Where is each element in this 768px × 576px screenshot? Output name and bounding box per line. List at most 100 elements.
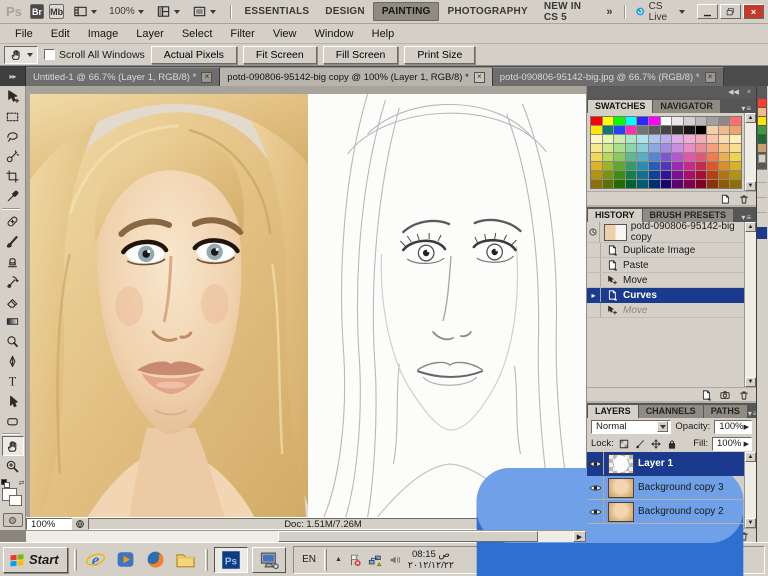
close-icon[interactable]: ×	[474, 72, 485, 83]
swatch[interactable]	[591, 153, 602, 161]
swatch[interactable]	[603, 180, 614, 188]
swatch[interactable]	[637, 126, 648, 134]
scroll-up-arrow[interactable]: ▲	[745, 222, 756, 232]
swatch[interactable]	[637, 144, 648, 152]
history-step-paste[interactable]: Paste	[587, 258, 744, 273]
menu-filter[interactable]: Filter	[221, 26, 263, 42]
menu-help[interactable]: Help	[363, 26, 404, 42]
layer-row-background-copy-2[interactable]: Background copy 2	[587, 500, 756, 524]
swatch[interactable]	[614, 144, 625, 152]
swatch[interactable]	[696, 117, 707, 125]
swatch[interactable]	[591, 117, 602, 125]
swatch[interactable]	[719, 126, 730, 134]
collapse-to-icons-button[interactable]: ◀◀	[728, 88, 739, 96]
scroll-up-arrow[interactable]: ▲	[745, 113, 756, 123]
layer-thumbnail[interactable]	[608, 478, 634, 498]
new-swatch-icon[interactable]	[719, 193, 731, 205]
swatch[interactable]	[672, 153, 683, 161]
swatch[interactable]	[696, 144, 707, 152]
visibility-toggle[interactable]	[587, 500, 604, 523]
swatch[interactable]	[649, 126, 660, 134]
workspace-overflow-button[interactable]: »	[600, 6, 618, 18]
swatch[interactable]	[626, 117, 637, 125]
swatch[interactable]	[719, 180, 730, 188]
tool-brush[interactable]	[2, 231, 24, 251]
volume-icon[interactable]	[388, 553, 402, 567]
doc-tab-potd-jpg[interactable]: potd-090806-95142-big.jpg @ 66.7% (RGB/8…	[493, 67, 724, 86]
swatch[interactable]	[684, 180, 695, 188]
tool-eyedropper[interactable]	[2, 186, 24, 206]
history-brush-well[interactable]	[587, 303, 601, 317]
swatch[interactable]	[603, 144, 614, 152]
tool-spot-healing[interactable]	[2, 211, 24, 231]
swatch[interactable]	[626, 126, 637, 134]
close-button[interactable]: ×	[743, 4, 764, 19]
action-center-icon[interactable]	[348, 553, 362, 567]
tab-channels[interactable]: CHANNELS	[639, 405, 703, 418]
swatch[interactable]	[707, 135, 718, 143]
swatch[interactable]	[672, 126, 683, 134]
scroll-right-arrow[interactable]: ▶	[573, 531, 586, 542]
swatch[interactable]	[707, 180, 718, 188]
quicklaunch-media-player[interactable]	[113, 547, 139, 573]
history-scrollbar[interactable]: ▲ ▼	[744, 222, 756, 387]
swatch[interactable]	[614, 135, 625, 143]
swatch[interactable]	[730, 126, 741, 134]
restore-button[interactable]	[720, 4, 741, 19]
swatch[interactable]	[626, 135, 637, 143]
tool-marquee[interactable]	[2, 106, 24, 126]
swatch[interactable]	[730, 117, 741, 125]
visibility-toggle[interactable]	[587, 452, 604, 475]
trash-icon[interactable]	[738, 193, 750, 205]
swatch[interactable]	[730, 180, 741, 188]
language-indicator[interactable]: EN	[302, 554, 316, 565]
swatch[interactable]	[661, 153, 672, 161]
layer-thumbnail[interactable]	[608, 454, 634, 474]
swatch[interactable]	[661, 171, 672, 179]
swatch[interactable]	[672, 135, 683, 143]
slider-arrow-icon[interactable]: ▶	[744, 423, 749, 431]
panel-menu-icon[interactable]: ▾≡	[741, 104, 755, 113]
swatch[interactable]	[591, 171, 602, 179]
swatch[interactable]	[719, 135, 730, 143]
swatch[interactable]	[661, 162, 672, 170]
swatch[interactable]	[591, 144, 602, 152]
swatch[interactable]	[672, 117, 683, 125]
menu-layer[interactable]: Layer	[127, 26, 173, 42]
swatch[interactable]	[649, 180, 660, 188]
swatch[interactable]	[626, 162, 637, 170]
swatch[interactable]	[696, 126, 707, 134]
doc-tab-potd-copy[interactable]: potd-090806-95142-big copy @ 100% (Layer…	[220, 67, 492, 86]
swatch[interactable]	[637, 162, 648, 170]
tab-navigator[interactable]: NAVIGATOR	[653, 100, 720, 113]
history-step-duplicate-image[interactable]: Duplicate Image	[587, 243, 744, 258]
swatch[interactable]	[614, 162, 625, 170]
tool-history-brush[interactable]	[2, 271, 24, 291]
blend-mode-select[interactable]: Normal	[591, 420, 671, 434]
swatches-scrollbar[interactable]: ▲ ▼	[744, 113, 756, 191]
scroll-down-arrow[interactable]: ▼	[745, 181, 756, 191]
swap-colors-icon[interactable]: ⇄	[19, 479, 25, 487]
swatch[interactable]	[684, 162, 695, 170]
swatch[interactable]	[591, 126, 602, 134]
background-color-swatch[interactable]	[9, 495, 22, 506]
tool-shape[interactable]	[2, 411, 24, 431]
bridge-button[interactable]: Br	[30, 4, 44, 19]
tool-crop[interactable]	[2, 166, 24, 186]
tool-path-select[interactable]	[2, 391, 24, 411]
swatch[interactable]	[684, 126, 695, 134]
new-snapshot-icon[interactable]	[719, 389, 731, 401]
network-icon[interactable]	[368, 553, 382, 567]
menu-file[interactable]: File	[6, 26, 42, 42]
task-display-app[interactable]	[252, 547, 286, 573]
swatch[interactable]	[672, 171, 683, 179]
quicklaunch-firefox[interactable]	[143, 547, 169, 573]
swatch[interactable]	[614, 117, 625, 125]
workspace-photography[interactable]: PHOTOGRAPHY	[439, 3, 535, 20]
workspace-new-in-cs5[interactable]: NEW IN CS 5	[536, 0, 600, 26]
swatch[interactable]	[719, 117, 730, 125]
swatch[interactable]	[614, 126, 625, 134]
visibility-toggle[interactable]	[587, 476, 604, 499]
swatch[interactable]	[603, 117, 614, 125]
scrollbar-thumb[interactable]	[278, 531, 538, 542]
